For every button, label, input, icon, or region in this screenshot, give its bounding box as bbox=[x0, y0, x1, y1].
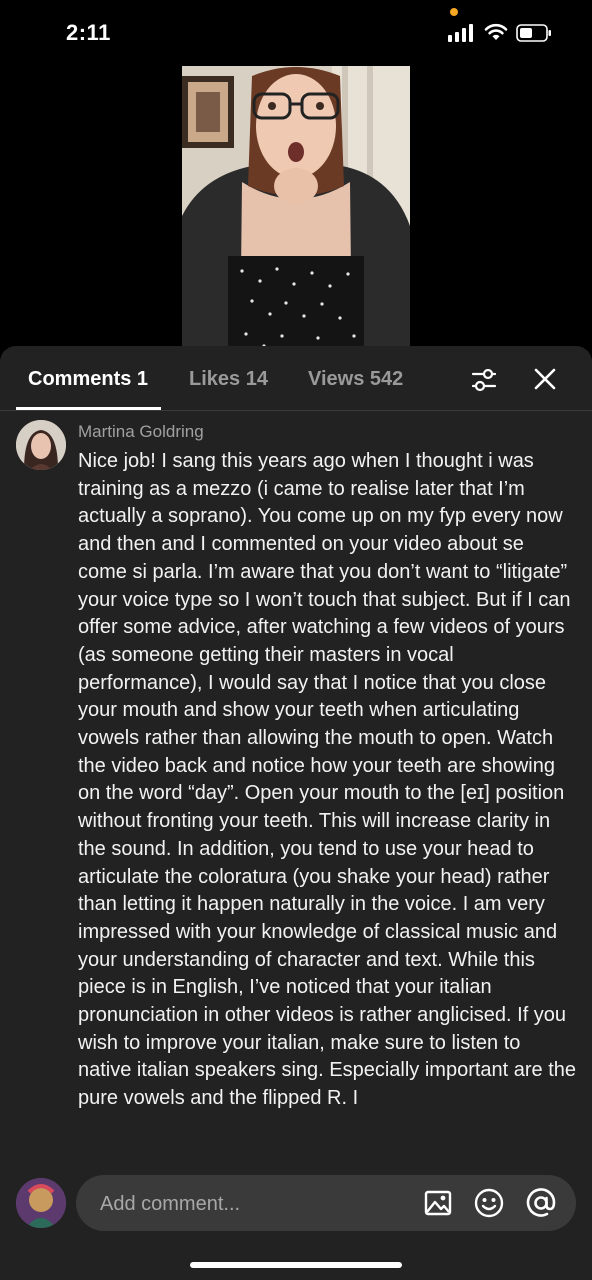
battery-icon bbox=[516, 24, 551, 42]
home-indicator[interactable] bbox=[190, 1262, 402, 1268]
status-time: 2:11 bbox=[66, 20, 111, 45]
comment-author[interactable]: Martina Goldring bbox=[78, 422, 204, 442]
video-thumbnail bbox=[182, 66, 410, 362]
comment-input-container[interactable] bbox=[76, 1175, 576, 1233]
signal-icon bbox=[448, 24, 473, 42]
image-icon[interactable] bbox=[422, 1187, 454, 1219]
tabs-divider bbox=[0, 410, 592, 411]
comment-list[interactable]: Martina Goldring Nice job! I sang this y… bbox=[0, 412, 592, 1164]
video-player[interactable] bbox=[182, 66, 410, 362]
comments-sheet: Comments 1 Likes 14 Views 542 Martina Go… bbox=[0, 346, 592, 1280]
filter-icon[interactable] bbox=[470, 366, 498, 394]
tab-comments[interactable]: Comments 1 bbox=[28, 368, 148, 391]
wifi-icon bbox=[484, 23, 508, 40]
tab-likes[interactable]: Likes 14 bbox=[189, 368, 268, 391]
commenter-avatar[interactable] bbox=[16, 420, 66, 470]
emoji-icon[interactable] bbox=[473, 1187, 505, 1219]
close-icon[interactable] bbox=[532, 366, 558, 392]
tab-views[interactable]: Views 542 bbox=[308, 368, 403, 391]
comment-body: Nice job! I sang this years ago when I t… bbox=[78, 450, 577, 1110]
user-avatar[interactable] bbox=[16, 1178, 66, 1228]
mention-icon[interactable] bbox=[525, 1187, 557, 1219]
comment-input[interactable] bbox=[98, 1175, 402, 1233]
tab-bar: Comments 1 Likes 14 Views 542 bbox=[0, 346, 592, 411]
status-bar: 2:11 bbox=[0, 0, 592, 66]
privacy-indicator bbox=[450, 8, 458, 16]
